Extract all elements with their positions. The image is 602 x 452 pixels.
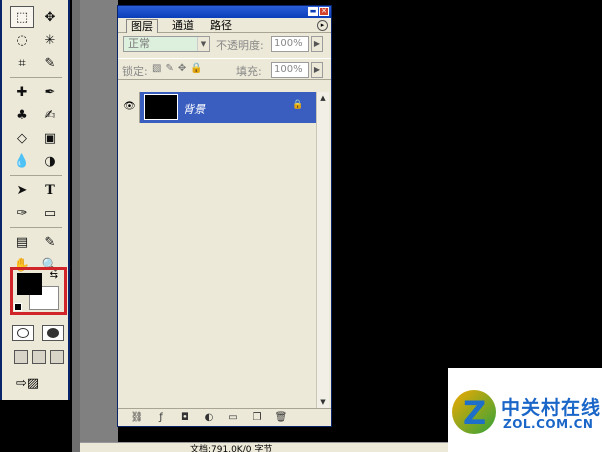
toolbox: ⬚ ✥ ◌ ✳ ⌗ ✎ ✚ ✒ ♣ ✍ ◇ ▣ 💧 ◑ ➤ T ✑ ▭ ▤ ✎ … — [0, 0, 70, 400]
eraser-tool-icon[interactable]: ◇ — [10, 127, 34, 149]
notes-tool-icon[interactable]: ▤ — [10, 231, 34, 253]
add-mask-icon[interactable]: ◘ — [178, 412, 192, 424]
default-colors-icon[interactable] — [14, 303, 22, 311]
color-swatches-highlight: ⇆ — [10, 267, 67, 315]
tab-channels[interactable]: 通道 — [168, 19, 198, 33]
layers-panel: ▬ ✕ 图层 通道 路径 ▸ 正常 ▼ 不透明度: 100% ▶ 锁定: ▧ ✎… — [117, 5, 332, 427]
rectangle-tool-icon[interactable]: ▭ — [38, 202, 62, 224]
layer-thumbnail — [144, 94, 178, 120]
new-layer-icon[interactable]: ❐ — [250, 412, 264, 424]
layer-style-icon[interactable]: ƒ — [154, 412, 168, 424]
healing-brush-tool-icon[interactable]: ✚ — [10, 81, 34, 103]
blend-mode-select[interactable]: 正常 ▼ — [123, 36, 210, 52]
zol-en-text: ZOL.COM.CN — [503, 417, 594, 431]
blend-mode-value: 正常 — [128, 37, 150, 50]
screen-mode-row — [14, 350, 64, 364]
tab-layers[interactable]: 图层 — [126, 19, 158, 33]
lasso-tool-icon[interactable]: ◌ — [10, 29, 34, 51]
move-tool-icon[interactable]: ✥ — [38, 6, 62, 28]
quick-mask-mode-button[interactable] — [42, 325, 64, 341]
gradient-tool-icon[interactable]: ▣ — [38, 127, 62, 149]
swap-colors-icon[interactable]: ⇆ — [50, 270, 58, 281]
minimize-icon[interactable]: ▬ — [308, 7, 318, 16]
pen-tool-icon[interactable]: ✑ — [10, 202, 34, 224]
tab-paths[interactable]: 路径 — [206, 19, 236, 33]
panel-footer: ⛓ ƒ ◘ ◐ ▭ ❐ 🗑 — [118, 408, 331, 426]
clone-stamp-tool-icon[interactable]: ♣ — [10, 104, 34, 126]
opacity-slider-icon[interactable]: ▶ — [311, 36, 323, 52]
dodge-tool-icon[interactable]: ◑ — [38, 150, 62, 172]
brush-tool-icon[interactable]: ✒ — [38, 81, 62, 103]
blur-tool-icon[interactable]: 💧 — [10, 150, 34, 172]
type-tool-icon[interactable]: T — [38, 179, 62, 201]
path-selection-tool-icon[interactable]: ➤ — [10, 179, 34, 201]
layers-list: 👁 背景 🔒 — [120, 92, 316, 408]
fill-input[interactable]: 100% — [271, 62, 309, 78]
panel-tabs: 图层 通道 路径 ▸ — [118, 18, 331, 33]
scroll-down-icon[interactable]: ▼ — [317, 396, 329, 408]
scroll-up-icon[interactable]: ▲ — [317, 92, 329, 104]
blend-opacity-row: 正常 ▼ 不透明度: 100% ▶ — [118, 33, 331, 55]
crop-tool-icon[interactable]: ⌗ — [10, 52, 34, 74]
fill-slider-icon[interactable]: ▶ — [311, 62, 323, 78]
lock-icon: 🔒 — [292, 100, 304, 110]
marquee-tool-icon[interactable]: ⬚ — [10, 6, 34, 28]
lock-image-icon[interactable]: ✎ — [165, 63, 173, 74]
opacity-label: 不透明度: — [216, 39, 264, 52]
status-bar: 文档:791.0K/0 字节 — [80, 442, 450, 452]
eyedropper-tool-icon[interactable]: ✎ — [38, 231, 62, 253]
fill-label: 填充: — [236, 65, 262, 78]
link-layers-icon[interactable]: ⛓ — [130, 412, 144, 424]
panel-menu-icon[interactable]: ▸ — [317, 20, 328, 31]
zol-cn-text: 中关村在线 — [501, 397, 602, 419]
foreground-color-swatch[interactable] — [17, 273, 42, 295]
full-screen-mode-button[interactable] — [50, 350, 64, 364]
close-icon[interactable]: ✕ — [319, 7, 329, 16]
zol-logo-icon: Z — [452, 390, 496, 434]
slice-tool-icon[interactable]: ✎ — [38, 52, 62, 74]
eye-icon[interactable]: 👁 — [120, 92, 140, 123]
full-screen-menu-mode-button[interactable] — [32, 350, 46, 364]
mask-mode-row — [12, 325, 64, 341]
standard-mode-button[interactable] — [12, 325, 34, 341]
lock-label: 锁定: — [122, 65, 148, 78]
lock-all-icon[interactable]: 🔒 — [190, 63, 202, 74]
lock-transparency-icon[interactable]: ▧ — [152, 63, 161, 74]
trash-icon[interactable]: 🗑 — [274, 412, 288, 424]
magic-wand-tool-icon[interactable]: ✳ — [38, 29, 62, 51]
adjustment-layer-icon[interactable]: ◐ — [202, 412, 216, 424]
document-size-text: 文档:791.0K/0 字节 — [190, 445, 273, 452]
workspace-edge — [72, 0, 80, 452]
history-brush-tool-icon[interactable]: ✍ — [38, 104, 62, 126]
standard-screen-mode-button[interactable] — [14, 350, 28, 364]
tool-grid: ⬚ ✥ ◌ ✳ ⌗ ✎ ✚ ✒ ♣ ✍ ◇ ▣ 💧 ◑ ➤ T ✑ ▭ ▤ ✎ … — [10, 6, 62, 277]
layer-row[interactable]: 👁 背景 🔒 — [120, 92, 316, 123]
lock-fill-row: 锁定: ▧ ✎ ✥ 🔒 填充: 100% ▶ — [118, 58, 331, 80]
opacity-input[interactable]: 100% — [271, 36, 309, 52]
new-group-icon[interactable]: ▭ — [226, 412, 240, 424]
panel-titlebar[interactable]: ▬ ✕ — [118, 6, 331, 18]
lock-position-icon[interactable]: ✥ — [178, 63, 186, 74]
layer-name: 背景 — [183, 103, 205, 116]
layers-scrollbar[interactable]: ▲ ▼ — [316, 92, 329, 408]
chevron-down-icon: ▼ — [197, 37, 209, 51]
jump-to-imageready-icon[interactable]: ⇨▨ — [16, 376, 39, 391]
zol-watermark: Z 中关村在线 ZOL.COM.CN — [448, 368, 602, 452]
